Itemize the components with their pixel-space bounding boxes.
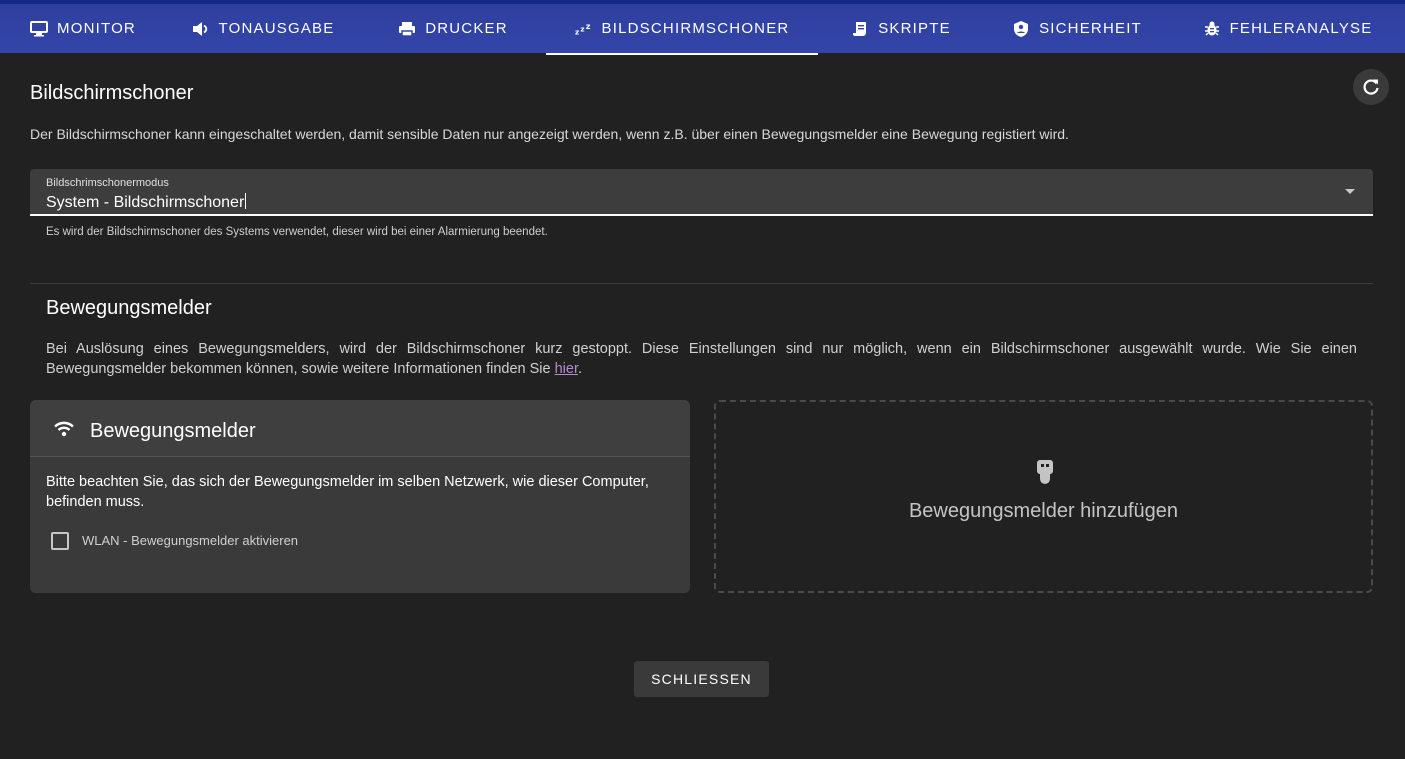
tab-fehleranalyse[interactable]: FEHLERANALYSE xyxy=(1170,4,1405,53)
tab-monitor[interactable]: MONITOR xyxy=(0,4,166,53)
shield-user-icon xyxy=(1012,20,1030,38)
page-title: Bildschirmschoner xyxy=(30,82,194,104)
tab-label: SKRIPTE xyxy=(878,20,951,37)
add-label: Bewegungsmelder hinzufügen xyxy=(908,500,1179,522)
wifi-icon xyxy=(53,420,75,438)
tab-drucker[interactable]: DRUCKER xyxy=(360,4,546,53)
section-title: Bewegungsmelder xyxy=(46,297,212,319)
speaker-icon xyxy=(192,20,210,38)
tab-label: DRUCKER xyxy=(425,20,508,37)
tab-label: BILDSCHIRMSCHONER xyxy=(601,20,790,37)
info-link[interactable]: hier xyxy=(555,361,578,377)
tab-label: SICHERHEIT xyxy=(1039,20,1142,37)
page-description: Der Bildschirmschoner kann eingeschaltet… xyxy=(30,126,1069,142)
printer-icon xyxy=(398,20,416,38)
svg-text:z: z xyxy=(580,24,585,33)
select-value: System - Bildschirmschoner xyxy=(46,194,245,211)
close-button[interactable]: SCHLIESSEN xyxy=(634,661,769,697)
add-motion-sensor-button[interactable]: Bewegungsmelder hinzufügen xyxy=(714,400,1373,593)
card-body-text: Bitte beachten Sie, das sich der Bewegun… xyxy=(46,474,649,510)
select-hint: Es wird der Bildschirmschoner des System… xyxy=(46,226,548,238)
screensaver-mode-select[interactable]: Bildschrimschonermodus System - Bildschi… xyxy=(30,169,1373,216)
card-title: Bewegungsmelder xyxy=(90,420,256,442)
description-text: Bei Auslösung eines Bewegungsmelders, wi… xyxy=(46,341,1357,377)
section-description: Bei Auslösung eines Bewegungsmelders, wi… xyxy=(46,339,1357,379)
monitor-icon xyxy=(30,20,49,38)
card-header: Bewegungsmelder xyxy=(30,400,690,457)
checkbox-label[interactable]: WLAN - Bewegungsmelder aktivieren xyxy=(82,533,298,548)
bug-icon xyxy=(1203,20,1221,38)
script-icon xyxy=(851,20,869,38)
wlan-motion-checkbox[interactable] xyxy=(51,532,69,550)
select-label: Bildschrimschonermodus xyxy=(46,177,169,189)
refresh-icon xyxy=(1362,78,1380,96)
dropdown-arrow-icon xyxy=(1345,189,1355,194)
tab-label: MONITOR xyxy=(57,20,136,37)
description-end: . xyxy=(578,361,583,377)
refresh-button[interactable] xyxy=(1353,69,1389,105)
tab-tonausgabe[interactable]: TONAUSGABE xyxy=(166,4,360,53)
tab-sicherheit[interactable]: SICHERHEIT xyxy=(984,4,1170,53)
svg-text:z: z xyxy=(575,27,580,36)
sleep-zzz-icon: zzz xyxy=(575,20,593,38)
tab-label: TONAUSGABE xyxy=(218,20,335,37)
tab-bar: MONITOR TONAUSGABE DRUCKER zzz BILDSCHIR… xyxy=(0,0,1405,55)
motion-sensor-card: Bewegungsmelder Bitte beachten Sie, das … xyxy=(30,400,690,593)
tab-label: FEHLERANALYSE xyxy=(1229,20,1373,37)
svg-text:z: z xyxy=(585,21,591,31)
tab-skripte[interactable]: SKRIPTE xyxy=(818,4,984,53)
usb-device-icon xyxy=(1034,459,1056,485)
tab-bildschirmschoner[interactable]: zzz BILDSCHIRMSCHONER xyxy=(546,4,818,55)
divider xyxy=(30,283,1373,284)
